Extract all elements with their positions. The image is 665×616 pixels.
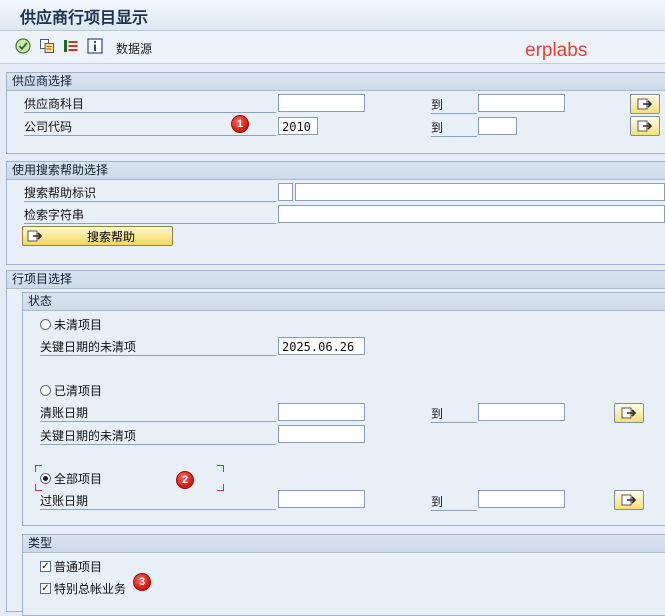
multiple-selection-arrow-icon (637, 98, 653, 110)
info-icon[interactable] (86, 37, 103, 54)
copy-selections-icon[interactable] (38, 37, 55, 54)
datasource-button[interactable]: 数据源 (116, 40, 152, 57)
page-title: 供应商行项目显示 (20, 8, 149, 27)
clearing-date-multiple-selection-button[interactable] (614, 403, 644, 423)
clearing-date-to-field[interactable] (478, 403, 565, 421)
type-group: 类型 (22, 534, 665, 616)
cleared-items-radio[interactable] (40, 385, 51, 396)
open-items-label: 未清项目 (54, 318, 103, 332)
vendor-selection-title: 供应商选择 (7, 73, 665, 91)
search-help-title: 使用搜索帮助选择 (7, 162, 665, 180)
company-code-multiple-selection-button[interactable] (630, 116, 660, 136)
clearing-date-to-label: 到 (431, 406, 477, 423)
type-title: 类型 (23, 535, 665, 553)
normal-items-checkbox[interactable]: ✓ (40, 561, 51, 572)
special-gl-checkbox[interactable]: ✓ (40, 583, 51, 594)
focus-corner (217, 465, 224, 472)
open-items-radio[interactable] (40, 319, 51, 330)
all-items-radio[interactable] (40, 473, 51, 484)
clearing-date-from-field[interactable] (278, 403, 365, 421)
search-help-id-field[interactable] (278, 183, 293, 201)
focus-corner (217, 484, 224, 491)
dynamic-selections-icon[interactable] (62, 37, 79, 54)
annotation-badge-1: 1 (231, 115, 249, 133)
search-help-description-field (295, 183, 665, 201)
normal-items-label: 普通项目 (54, 560, 103, 574)
cleared-key-date-label: 关键日期的未清项 (40, 428, 276, 445)
vendor-account-to-label: 到 (431, 97, 477, 114)
special-gl-label: 特别总帐业务 (54, 582, 127, 596)
vendor-selection-group: 供应商选择 (6, 72, 665, 154)
open-key-date-label: 关键日期的未清项 (40, 339, 276, 356)
all-items-label: 全部项目 (54, 472, 103, 486)
search-string-field[interactable] (278, 205, 665, 223)
posting-date-multiple-selection-button[interactable] (614, 490, 644, 510)
clearing-date-label: 清账日期 (40, 405, 276, 422)
cleared-items-label: 已清项目 (54, 384, 103, 398)
status-title: 状态 (23, 293, 665, 311)
radio-selected-dot (43, 476, 48, 481)
search-help-id-label: 搜索帮助标识 (24, 185, 276, 202)
vendor-account-from-field[interactable] (278, 94, 365, 112)
watermark-text: erplabs (525, 40, 588, 61)
vendor-account-to-field[interactable] (478, 94, 565, 112)
posting-date-from-field[interactable] (278, 490, 365, 508)
execute-icon[interactable] (14, 37, 31, 54)
annotation-badge-2: 2 (176, 471, 194, 489)
posting-date-to-label: 到 (431, 494, 477, 511)
search-help-button-label: 搜索帮助 (87, 229, 136, 244)
multiple-selection-arrow-icon (621, 407, 637, 419)
company-code-to-label: 到 (431, 120, 477, 137)
posting-date-to-field[interactable] (478, 490, 565, 508)
search-help-arrow-icon (27, 230, 43, 242)
multiple-selection-arrow-icon (621, 494, 637, 506)
open-key-date-field[interactable]: 2025.06.26 (278, 337, 365, 355)
company-code-from-field[interactable]: 2010 (278, 117, 318, 135)
vendor-account-multiple-selection-button[interactable] (630, 94, 660, 114)
cleared-key-date-field[interactable] (278, 425, 365, 443)
vendor-account-label: 供应商科目 (24, 96, 276, 113)
search-help-button[interactable]: 搜索帮助 (22, 226, 173, 246)
posting-date-label: 过账日期 (40, 493, 276, 510)
focus-corner (35, 484, 42, 491)
multiple-selection-arrow-icon (637, 120, 653, 132)
annotation-badge-3: 3 (133, 573, 151, 591)
focus-corner (35, 465, 42, 472)
line-item-selection-title: 行项目选择 (7, 271, 665, 289)
company-code-to-field[interactable] (478, 117, 517, 135)
search-string-label: 检索字符串 (24, 207, 276, 224)
